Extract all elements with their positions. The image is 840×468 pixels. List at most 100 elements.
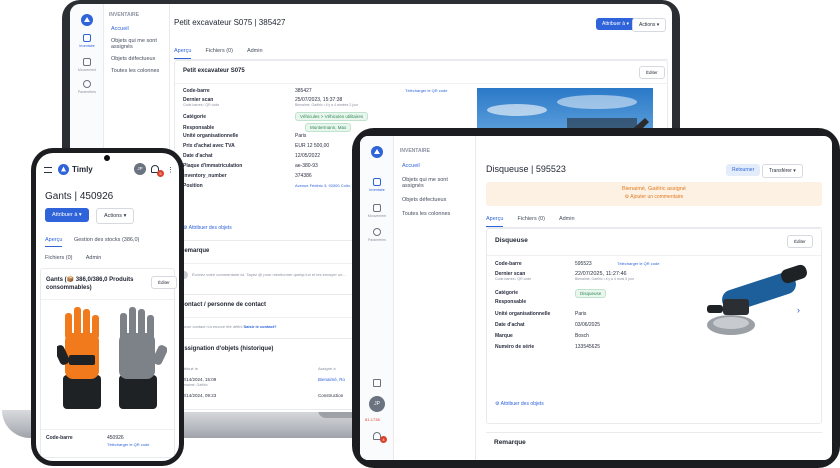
phone-tabs-row2: Fichiers (0) Admin: [45, 255, 101, 261]
add-comment-link[interactable]: ⚙ Ajouter un commentaire: [486, 194, 822, 200]
rail-item-inventory[interactable]: Inventaire: [363, 178, 391, 192]
edit-button[interactable]: Éditer: [639, 66, 665, 79]
edit-button[interactable]: Éditer: [151, 276, 177, 289]
menu-icon[interactable]: [44, 167, 52, 173]
sidebar-item-defective[interactable]: Objets défectueux: [109, 53, 164, 65]
tab-admin[interactable]: Admin: [86, 255, 102, 261]
user-avatar[interactable]: JP: [369, 396, 385, 412]
card-title: Disqueuse: [495, 237, 528, 244]
sidebar-item-defective[interactable]: Objets défectueux: [400, 193, 469, 207]
actions-button[interactable]: Actions ▾: [632, 18, 667, 32]
attribute-objects-link[interactable]: ⚙ Attribuer des objets: [495, 401, 544, 407]
tab-overview[interactable]: Aperçu: [486, 212, 504, 227]
field-label: Date d'achat: [495, 322, 525, 328]
rail-label: Paramètres: [367, 238, 387, 242]
card-title: Petit excavateur S075: [183, 68, 245, 74]
user-avatar[interactable]: JP: [134, 163, 146, 175]
sidebar-item-all-columns[interactable]: Toutes les colonnes: [109, 65, 164, 77]
page-title: Petit excavateur S075 | 385427: [174, 18, 286, 27]
transfer-button[interactable]: Transférer ▾: [762, 164, 803, 178]
tab-overview[interactable]: Aperçu: [174, 44, 192, 59]
field-value: 385427: [295, 88, 312, 94]
history-row-by: Bienaimé, Gaëlric: [180, 383, 208, 387]
edit-button[interactable]: Éditer: [787, 235, 813, 248]
rail-item-movement[interactable]: Mouvement: [363, 204, 391, 218]
position-link[interactable]: Avenue Fédéric 3, 92000 Colin, De...: [295, 183, 361, 193]
tab-files[interactable]: Fichiers (0): [517, 212, 545, 227]
category-chip: Disqueuse: [575, 288, 607, 298]
angle-grinder-photo: [701, 261, 811, 361]
rail-item-inventory[interactable]: Inventaire: [74, 34, 100, 48]
more-icon[interactable]: ⋮: [167, 166, 174, 174]
tablet-sidebar: INVENTAIRE Accueil Objets qui me sont as…: [394, 136, 476, 460]
comment-input[interactable]: Écrivez votre commentaire ici. Tapez @ p…: [192, 272, 346, 277]
field-label: Code-barre: [46, 435, 73, 441]
field-value: 133545625: [575, 344, 601, 350]
sidebar-item-home[interactable]: Accueil: [400, 159, 469, 173]
remark-title: Remarque: [494, 439, 526, 446]
phone-tabs: Aperçu Gestion des stocks (386,0): [45, 237, 171, 247]
field-value: ae-380-93: [295, 163, 318, 169]
field-value: 374386: [295, 173, 312, 179]
tab-overview[interactable]: Aperçu: [45, 237, 63, 247]
rail-item-settings[interactable]: Paramètres: [74, 80, 100, 94]
tab-files[interactable]: Fichiers (0): [45, 255, 73, 261]
timly-logo-icon: [371, 146, 383, 158]
field-row: Numéro de série 133545625: [495, 344, 695, 355]
field-value: 12/05/2022: [295, 153, 321, 159]
notification-badge: 5: [157, 170, 164, 177]
remark-section: Remarque: [486, 432, 822, 460]
attribute-objects-link[interactable]: ⚙ Attribuer des objets: [183, 225, 232, 231]
contact-link[interactable]: Saisir le contact?: [244, 324, 277, 329]
field-value: Bosch: [575, 333, 589, 339]
field-row: Date d'achat 03/06/2025: [495, 322, 695, 333]
field-row: Unité organisationnelle Paris: [495, 311, 695, 322]
grid-icon[interactable]: [373, 379, 381, 387]
page-title: Gants | 450926: [45, 191, 114, 202]
history-row-assignee[interactable]: Bienaimé, Ro: [318, 377, 345, 382]
assign-button[interactable]: Attribuer à ▾: [45, 208, 89, 222]
tab-admin[interactable]: Admin: [559, 212, 575, 227]
field-label: Catégorie: [495, 290, 519, 296]
sidebar-item-home[interactable]: Accueil: [109, 23, 164, 35]
field-label: Unité organisationnelle: [495, 311, 551, 317]
assign-button[interactable]: Attribuer à ▾: [596, 18, 635, 30]
field-label: Marque: [495, 333, 513, 339]
category-chip: Véhicules > Véhicules utilitaires: [295, 112, 369, 121]
field-label: Responsable: [495, 299, 527, 305]
field-value: Paris: [575, 311, 587, 317]
tablet-screen: Inventaire Mouvement Paramètres JP 81-17…: [360, 136, 832, 460]
qr-download-link[interactable]: Télécharger le QR code: [107, 442, 149, 447]
sidebar-item-assigned[interactable]: Objets qui me sont assignés: [109, 35, 164, 53]
rail-item-movement[interactable]: Mouvement: [74, 58, 100, 72]
qr-download-link[interactable]: Télécharger le QR code: [617, 261, 659, 271]
field-label-group: Dernier scan Code-barres / QR code: [495, 271, 575, 287]
timly-logo-icon: [58, 164, 69, 175]
sidebar-item-all-columns[interactable]: Toutes les colonnes: [400, 207, 469, 221]
contact-text: Aucun contact n'a encore été défini: [180, 324, 243, 329]
history-title: Assignation d'objets (historique): [180, 346, 274, 352]
tab-stock[interactable]: Gestion des stocks (386,0): [74, 237, 139, 243]
sidebar-item-assigned[interactable]: Objets qui me sont assignés: [400, 173, 469, 193]
history-row-date: 02/14/2024, 09:23: [180, 393, 217, 398]
rail-item-settings[interactable]: Paramètres: [363, 228, 391, 242]
field-label: Plaque d'immatriculation: [183, 163, 243, 169]
remark-title: Remarque: [180, 248, 210, 254]
contact-title: Contact / personne de contact: [180, 302, 267, 308]
rail-label: Paramètres: [77, 90, 97, 94]
movement-icon: [373, 204, 381, 212]
tab-files[interactable]: Fichiers (0): [205, 44, 233, 59]
page-title: Disqueuse | 595523: [486, 164, 566, 174]
return-button[interactable]: Retourner: [726, 164, 761, 176]
gloves-photo: [57, 305, 167, 413]
brand-name: Timly: [72, 165, 93, 174]
field-label: Position: [183, 183, 203, 189]
field-subvalue: Bienaimé, Gaëlric • il y a 4 mois 5 jour: [575, 277, 634, 281]
chevron-right-icon[interactable]: ›: [797, 305, 800, 315]
actions-button[interactable]: Actions ▾: [96, 208, 135, 224]
tablet-icon-rail: Inventaire Mouvement Paramètres JP 81-17…: [360, 136, 394, 460]
history-col-assigned: Assigné à: [318, 366, 336, 371]
tab-admin[interactable]: Admin: [247, 44, 263, 59]
field-value: 03/06/2025: [575, 322, 601, 328]
qr-download-link[interactable]: Télécharger le QR code: [405, 88, 447, 97]
